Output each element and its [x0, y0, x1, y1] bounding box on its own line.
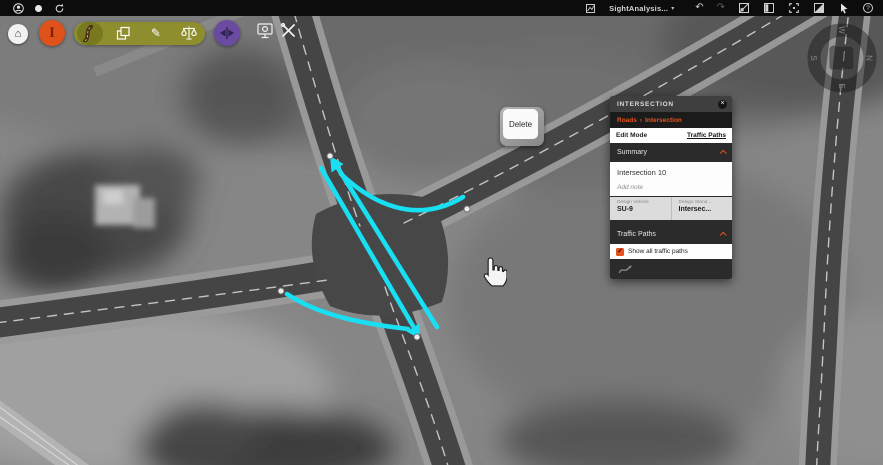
intersection-name[interactable]: Intersection 10 — [617, 168, 725, 177]
panel-title: INTERSECTION — [617, 101, 674, 108]
close-icon[interactable]: × — [718, 100, 727, 109]
compass-s: S — [809, 55, 818, 60]
project-title: SightAnalysis... — [609, 4, 668, 13]
compass-w: W — [837, 26, 846, 34]
conflict-analysis-button[interactable] — [214, 20, 240, 46]
design-vehicle-field[interactable]: Design Vehicle SU-9 — [610, 197, 671, 220]
edit-toolbar: ⌂ I ✎ — [8, 20, 297, 46]
intersection-pavement — [312, 194, 448, 316]
design-standard-value: Intersec... — [679, 206, 733, 213]
panel-header: INTERSECTION × — [610, 96, 732, 112]
show-all-paths-label: Show all traffic paths — [628, 248, 688, 255]
fullscreen-icon[interactable] — [788, 2, 800, 14]
account-icon[interactable] — [12, 2, 24, 14]
project-selector[interactable]: SightAnalysis... ▾ — [609, 4, 674, 13]
design-vehicle-label: Design Vehicle — [617, 200, 671, 205]
draw-tool-button[interactable]: ✎ — [143, 22, 169, 45]
summary-section-header[interactable]: Summary — [610, 143, 732, 162]
edit-mode-label: Edit Mode — [616, 132, 647, 139]
chevron-up-icon — [720, 232, 727, 239]
home-button[interactable]: ⌂ — [8, 24, 28, 44]
undo-icon[interactable]: ↶ — [695, 3, 703, 13]
chevron-down-icon: ▾ — [671, 5, 674, 12]
pen-icon: ✎ — [151, 26, 161, 40]
map-canvas[interactable] — [0, 0, 883, 465]
edit-mode-value[interactable]: Traffic Paths — [687, 132, 726, 139]
tools-icon[interactable] — [280, 22, 297, 44]
app-logo-icon — [584, 2, 596, 14]
design-standard-label: Design Stand... — [679, 200, 733, 205]
compare-tool-button[interactable] — [176, 22, 202, 45]
basemap-icon[interactable] — [738, 2, 750, 14]
design-standard-field[interactable]: Design Stand... Intersec... — [671, 197, 733, 220]
design-vehicle-value: SU-9 — [617, 206, 671, 213]
summary-body: Intersection 10 Add note — [610, 162, 732, 196]
summary-title: Summary — [617, 149, 647, 156]
checkbox-checked-icon[interactable]: ✓ — [616, 248, 624, 256]
add-note-field[interactable]: Add note — [617, 184, 725, 191]
contrast-icon[interactable] — [813, 2, 825, 14]
compass-e: E — [837, 83, 846, 88]
road-tool-button[interactable] — [77, 22, 103, 45]
app-window: SightAnalysis... ▾ ↶ ↷ — [0, 0, 883, 465]
redo-icon[interactable]: ↷ — [717, 3, 725, 13]
side-panel-icon[interactable] — [763, 2, 775, 14]
breadcrumb-current: Intersection — [645, 117, 682, 124]
delete-key-hint: Delete — [500, 107, 544, 146]
path-node[interactable] — [414, 334, 420, 340]
path-node[interactable] — [464, 206, 470, 212]
intersection-tool-button[interactable]: I — [39, 20, 65, 46]
copy-tool-button[interactable] — [110, 22, 136, 45]
path-tool-icon[interactable] — [618, 263, 633, 275]
help-icon[interactable]: ? — [863, 3, 873, 13]
delete-key-label: Delete — [503, 109, 538, 139]
select-cursor-icon[interactable] — [838, 2, 850, 14]
traffic-paths-section-header[interactable]: Traffic Paths — [610, 225, 732, 244]
edit-mode-row: Edit Mode Traffic Paths — [610, 128, 732, 143]
panel-footer — [610, 259, 732, 279]
top-menu-bar: SightAnalysis... ▾ ↶ ↷ — [0, 0, 883, 16]
breadcrumb: Roads › Intersection — [610, 112, 732, 128]
refresh-icon[interactable] — [53, 2, 65, 14]
show-all-paths-row[interactable]: ✓ Show all traffic paths — [610, 244, 732, 259]
tool-group: ✎ — [74, 22, 205, 45]
chevron-up-icon — [720, 150, 727, 157]
path-node[interactable] — [278, 288, 284, 294]
breadcrumb-roads[interactable]: Roads — [617, 117, 637, 124]
breadcrumb-separator-icon: › — [640, 117, 642, 124]
compass-n: N — [865, 55, 874, 61]
path-node[interactable] — [327, 153, 333, 159]
traffic-paths-title: Traffic Paths — [617, 231, 656, 238]
screenshot-view-icon[interactable] — [256, 22, 274, 44]
intersection-panel: INTERSECTION × Roads › Intersection Edit… — [610, 96, 732, 279]
compass-control[interactable]: N E S W — [807, 23, 877, 93]
design-fields: Design Vehicle SU-9 Design Stand... Inte… — [610, 197, 732, 220]
record-dot-icon[interactable] — [35, 5, 42, 12]
